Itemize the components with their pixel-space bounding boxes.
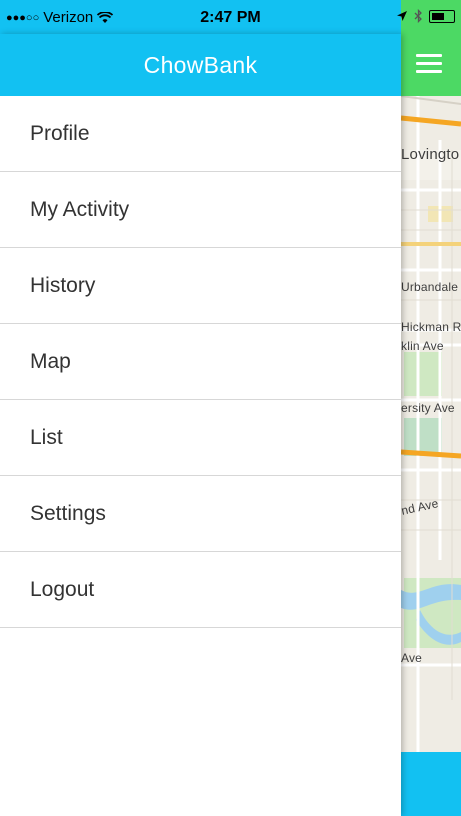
map-label: Urbandale — [401, 280, 459, 294]
menu-item-map[interactable]: Map — [0, 324, 401, 400]
hamburger-menu-icon[interactable] — [413, 52, 445, 76]
status-bar: ●●●○○ Verizon 2:47 PM — [0, 0, 461, 34]
bottom-action-bar[interactable] — [401, 752, 461, 816]
drawer-title: ChowBank — [0, 34, 401, 96]
location-arrow-icon — [397, 11, 407, 21]
map-label: klin Ave — [401, 339, 444, 353]
map-label: Lovingto — [401, 146, 460, 163]
menu-item-logout[interactable]: Logout — [0, 552, 401, 628]
menu-item-list[interactable]: List — [0, 400, 401, 476]
menu-item-profile[interactable]: Profile — [0, 96, 401, 172]
status-time: 2:47 PM — [200, 9, 261, 26]
menu-item-my-activity[interactable]: My Activity — [0, 172, 401, 248]
map-label: Hickman R — [401, 320, 461, 334]
map-label: ersity Ave — [401, 401, 455, 415]
map-label: Ave — [401, 651, 423, 665]
menu-item-history[interactable]: History — [0, 248, 401, 324]
menu-item-settings[interactable]: Settings — [0, 476, 401, 552]
side-drawer: ChowBank Profile My Activity History Map… — [0, 34, 401, 816]
battery-icon — [429, 9, 455, 23]
bluetooth-icon — [414, 9, 422, 23]
status-icons — [396, 9, 455, 23]
